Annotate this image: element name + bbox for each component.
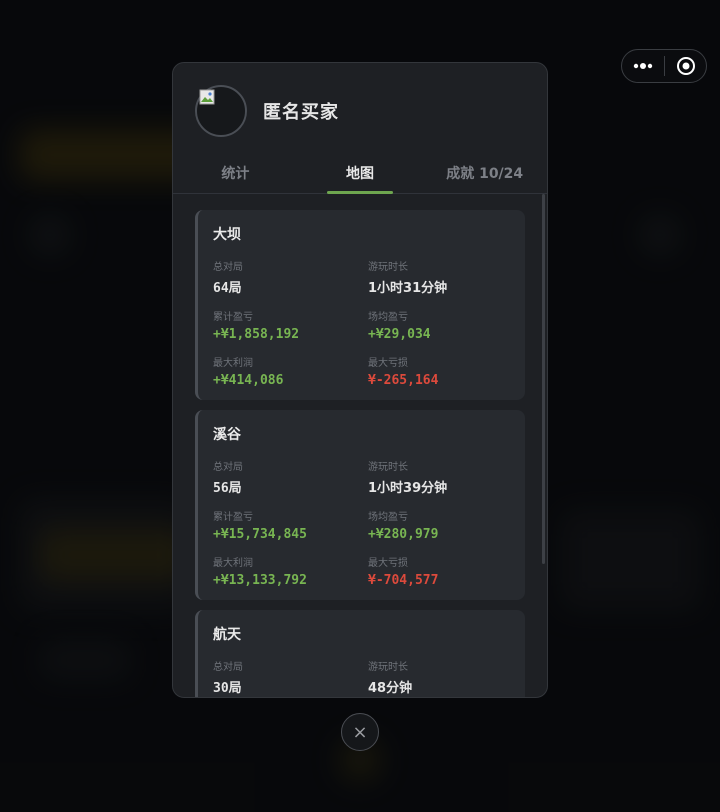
- average-pnl-value: +¥280,979: [368, 527, 439, 542]
- max-loss-value: ¥-704,577: [368, 573, 439, 588]
- stat-label: 累计盈亏: [213, 512, 253, 523]
- player-stats-modal: 匿名买家 统计 地图 成就 10/24 大坝 总对局 64局 游玩时长 1小时3…: [172, 62, 548, 698]
- close-button[interactable]: ×: [341, 713, 379, 751]
- average-pnl-value: +¥29,034: [368, 327, 431, 342]
- map-list[interactable]: 大坝 总对局 64局 游玩时长 1小时31分钟 累计盈亏 +¥1,858,192…: [173, 194, 547, 697]
- more-dots-icon[interactable]: [622, 50, 664, 82]
- max-profit-value: +¥414,086: [213, 373, 284, 388]
- tab-map[interactable]: 地图: [298, 161, 423, 193]
- stat-label: 最大利润: [213, 358, 253, 369]
- max-loss-value: ¥-265,164: [368, 373, 439, 388]
- stat-label: 游玩时长: [368, 262, 408, 273]
- avatar: [195, 85, 247, 137]
- cumulative-pnl-value: +¥15,734,845: [213, 527, 307, 542]
- stat-label: 游玩时长: [368, 662, 408, 673]
- profile-header: 匿名买家: [195, 85, 339, 137]
- map-name: 航天: [213, 627, 241, 643]
- map-name: 溪谷: [213, 427, 241, 443]
- stat-label: 最大亏损: [368, 358, 408, 369]
- map-card-dam: 大坝 总对局 64局 游玩时长 1小时31分钟 累计盈亏 +¥1,858,192…: [195, 210, 525, 400]
- stat-label: 总对局: [213, 662, 243, 673]
- stat-label: 游玩时长: [368, 462, 408, 473]
- tab-bar: 统计 地图 成就 10/24: [173, 161, 547, 194]
- broken-image-icon: [199, 89, 215, 105]
- map-card-aerospace: 航天 总对局 30局 游玩时长 48分钟: [195, 610, 525, 697]
- cumulative-pnl-value: +¥1,858,192: [213, 327, 300, 342]
- stat-label: 场均盈亏: [368, 512, 408, 523]
- play-time-value: 1小时31分钟: [368, 281, 448, 296]
- scrollbar[interactable]: [542, 194, 545, 564]
- stat-label: 总对局: [213, 462, 243, 473]
- map-card-valley: 溪谷 总对局 56局 游玩时长 1小时39分钟 累计盈亏 +¥15,734,84…: [195, 410, 525, 600]
- tab-achievements[interactable]: 成就 10/24: [422, 161, 547, 193]
- username: 匿名买家: [263, 102, 339, 123]
- total-games-value: 30局: [213, 681, 242, 696]
- target-circle-icon[interactable]: [665, 50, 706, 82]
- tab-stats[interactable]: 统计: [173, 161, 298, 193]
- stat-label: 最大利润: [213, 558, 253, 569]
- map-name: 大坝: [213, 227, 241, 243]
- mini-program-capsule: [621, 49, 707, 83]
- stat-label: 总对局: [213, 262, 243, 273]
- total-games-value: 56局: [213, 481, 242, 496]
- stat-label: 累计盈亏: [213, 312, 253, 323]
- max-profit-value: +¥13,133,792: [213, 573, 307, 588]
- close-icon: ×: [352, 721, 368, 743]
- stat-label: 最大亏损: [368, 558, 408, 569]
- total-games-value: 64局: [213, 281, 242, 296]
- stat-label: 场均盈亏: [368, 312, 408, 323]
- play-time-value: 48分钟: [368, 681, 413, 696]
- play-time-value: 1小时39分钟: [368, 481, 448, 496]
